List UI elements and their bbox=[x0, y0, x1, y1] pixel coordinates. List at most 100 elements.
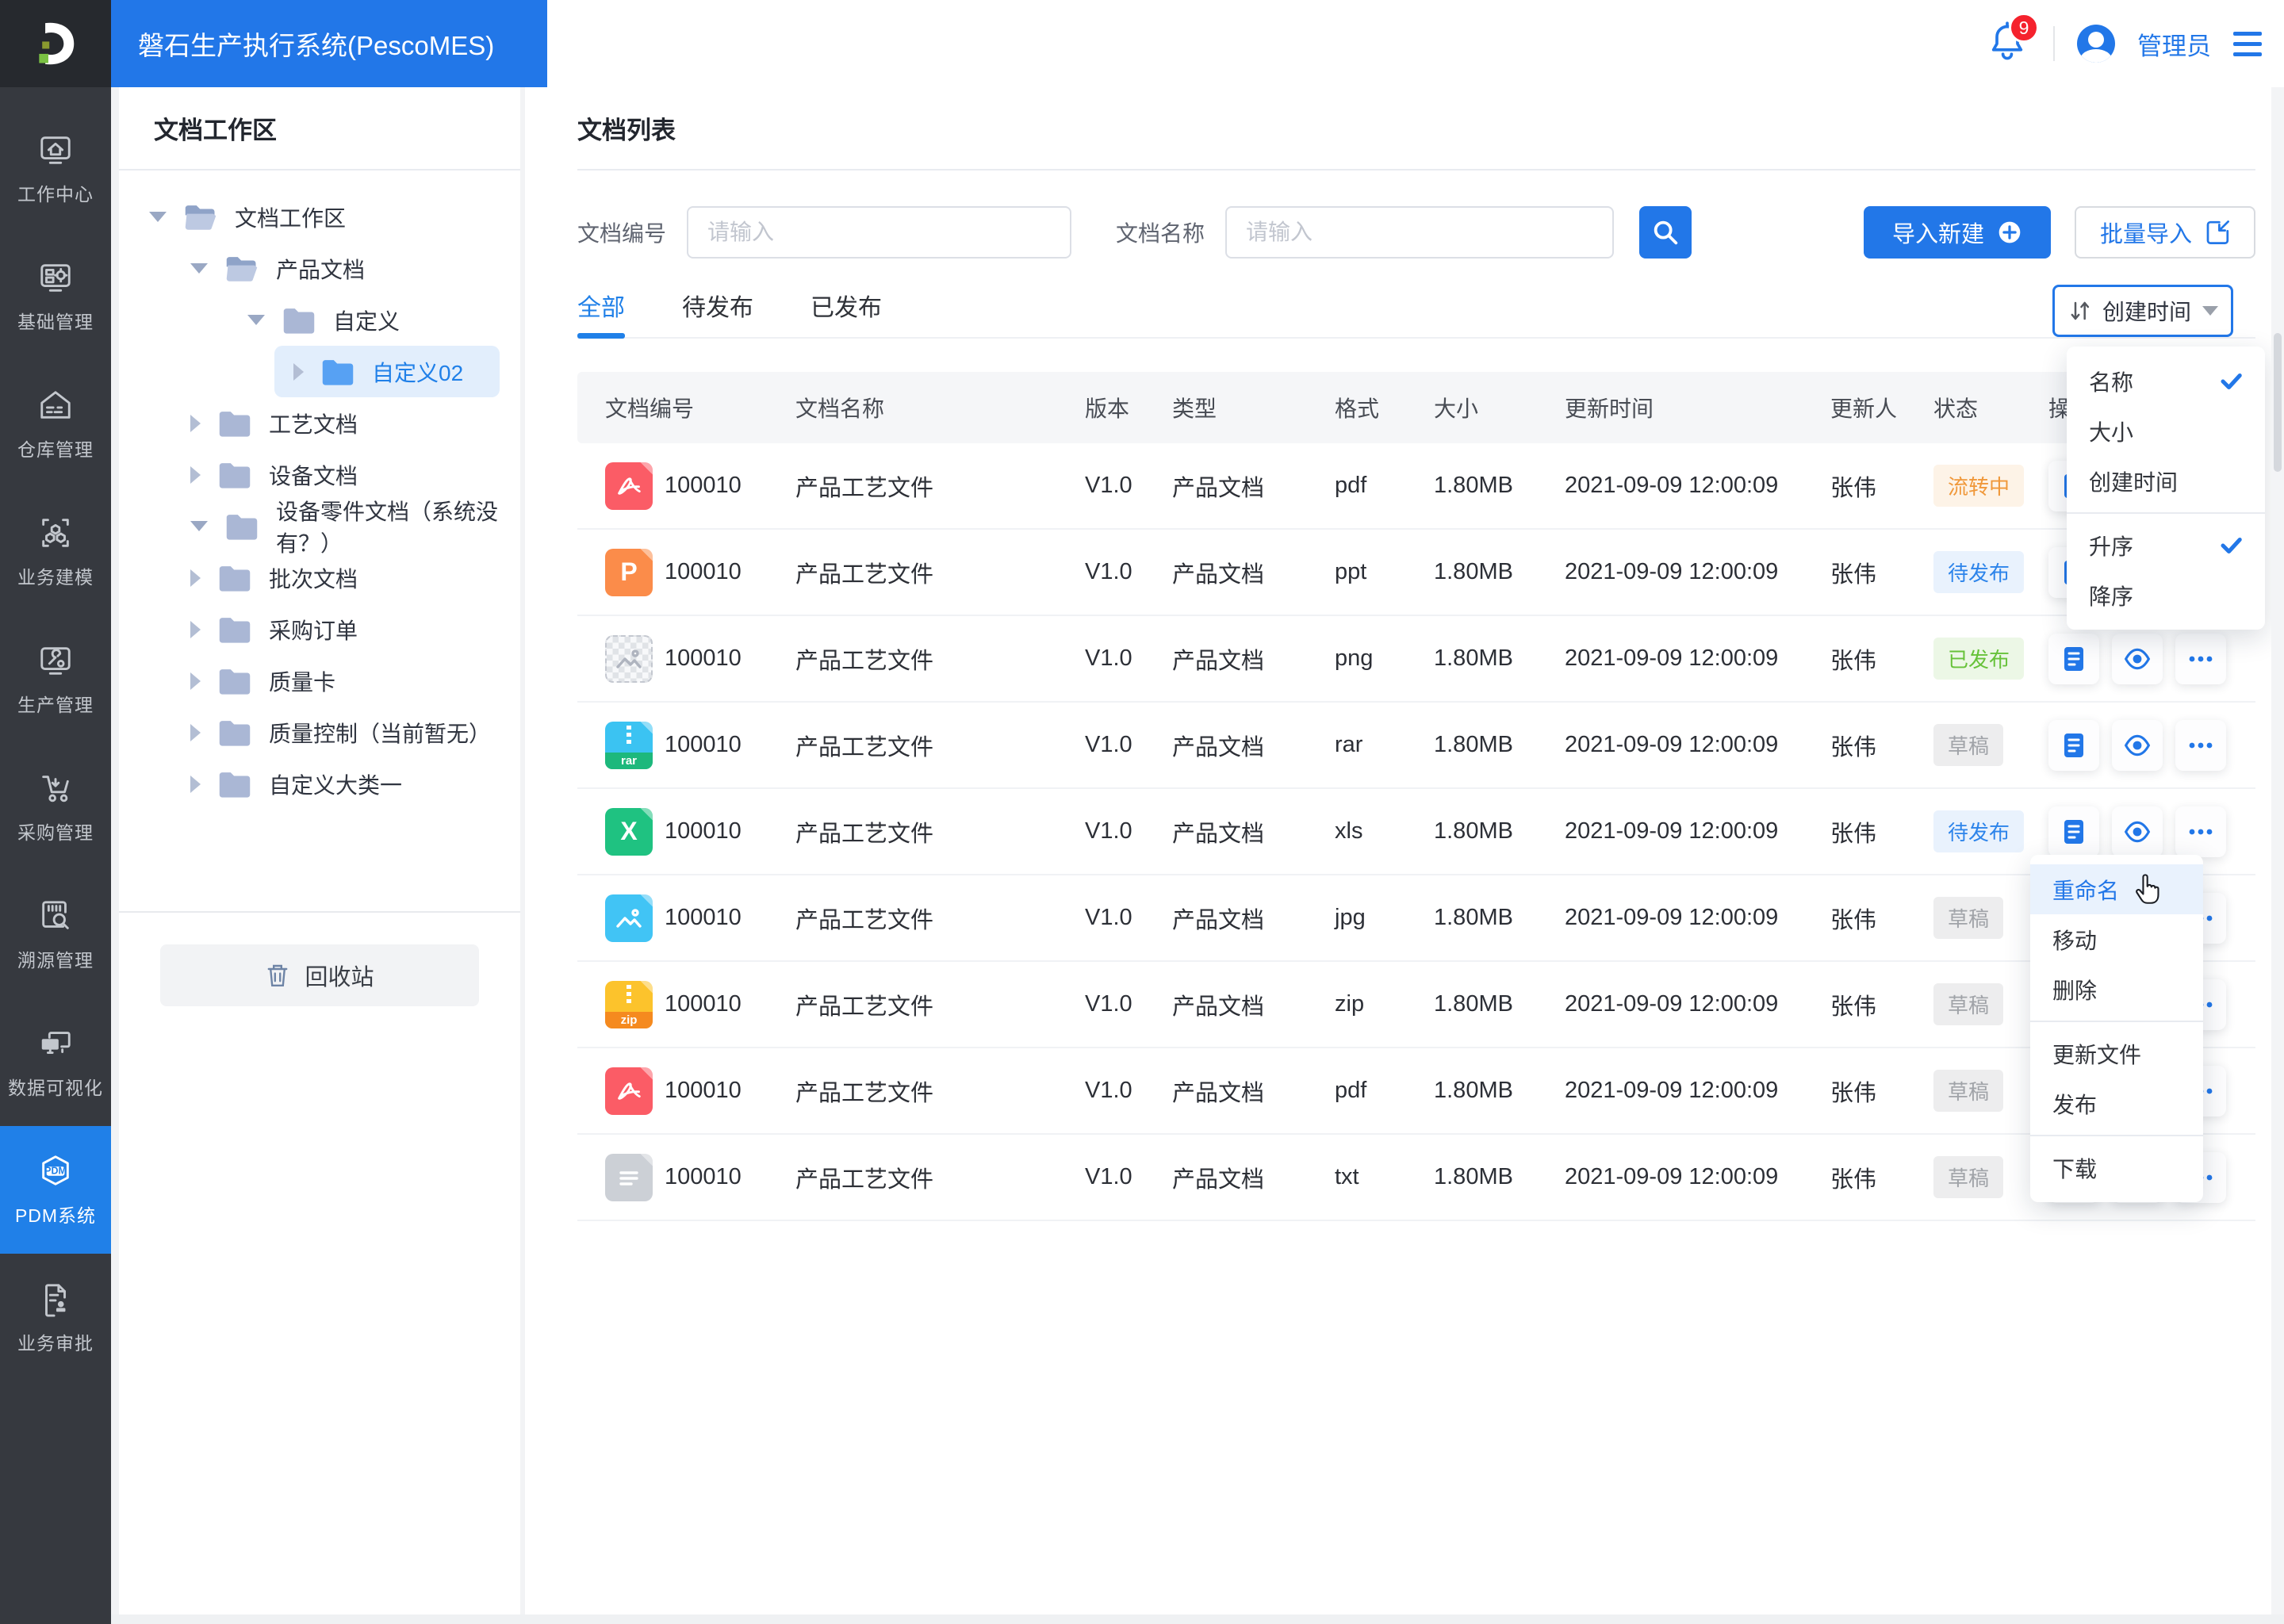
sort-arrows-icon bbox=[2071, 301, 2090, 320]
preview-button[interactable] bbox=[2112, 806, 2163, 857]
username[interactable]: 管理员 bbox=[2137, 26, 2211, 62]
sort-field-option[interactable]: 大小 bbox=[2067, 406, 2265, 456]
sidebar-item-pdm[interactable]: PDM PDM系统 bbox=[0, 1126, 111, 1254]
sort-order-option[interactable]: 升序 bbox=[2067, 520, 2265, 570]
search-toolbar: 文档编号 文档名称 导入新建 批量导入 bbox=[577, 206, 2255, 259]
context-menu-item[interactable]: 发布 bbox=[2030, 1078, 2203, 1128]
notification-bell-button[interactable]: 9 bbox=[1987, 13, 2039, 68]
cell-updater: 张伟 bbox=[1830, 907, 1877, 933]
sort-field-option[interactable]: 创建时间 bbox=[2067, 456, 2265, 506]
sidebar-item-base-mgmt[interactable]: 基础管理 bbox=[0, 232, 111, 360]
status-badge: 流转中 bbox=[1933, 465, 2025, 507]
sort-selector[interactable]: 创建时间 bbox=[2052, 285, 2233, 337]
cell-type: 产品文档 bbox=[1172, 994, 1265, 1020]
more-actions-button[interactable] bbox=[2175, 806, 2226, 857]
caret-right-icon[interactable] bbox=[190, 465, 201, 484]
recycle-bin-button[interactable]: 回收站 bbox=[160, 944, 479, 1006]
tree-item-purchase-orders[interactable]: 采购订单 bbox=[119, 603, 520, 655]
cell-doc-name: 产品工艺文件 bbox=[795, 648, 934, 674]
caret-down-icon[interactable] bbox=[149, 212, 167, 222]
caret-right-icon[interactable] bbox=[190, 414, 201, 432]
tree-item-batch-docs[interactable]: 批次文档 bbox=[119, 552, 520, 603]
tree-item-quality-card[interactable]: 质量卡 bbox=[119, 655, 520, 707]
tree-item-product-docs[interactable]: 产品文档 bbox=[119, 243, 520, 294]
ellipsis-icon bbox=[2189, 742, 2213, 748]
caret-right-icon[interactable] bbox=[190, 569, 201, 587]
doc-no-label: 文档编号 bbox=[577, 221, 667, 246]
doc-name-input[interactable] bbox=[1225, 206, 1615, 259]
status-badge: 已发布 bbox=[1933, 638, 2025, 680]
caret-right-icon[interactable] bbox=[293, 362, 304, 381]
warehouse-icon bbox=[40, 390, 71, 419]
vertical-scrollbar[interactable] bbox=[2271, 87, 2284, 1614]
sidebar-item-workcenter[interactable]: 工作中心 bbox=[0, 105, 111, 232]
app-logo bbox=[0, 0, 111, 87]
sidebar-item-trace[interactable]: 溯源管理 bbox=[0, 871, 111, 998]
cell-doc-no: 100010 bbox=[665, 1078, 742, 1103]
import-new-button[interactable]: 导入新建 bbox=[1863, 206, 2051, 259]
search-button[interactable] bbox=[1639, 206, 1692, 259]
context-menu-item[interactable]: 下载 bbox=[2030, 1143, 2203, 1193]
detail-button[interactable] bbox=[2048, 719, 2099, 771]
tree-item-custom-category-1[interactable]: 自定义大类一 bbox=[119, 758, 520, 810]
context-menu-item[interactable]: 删除 bbox=[2030, 964, 2203, 1014]
cell-format: pdf bbox=[1335, 473, 1367, 498]
table-row: 100010 产品工艺文件 V1.0 产品文档 jpg 1.80MB 2021-… bbox=[577, 875, 2255, 962]
caret-right-icon[interactable] bbox=[190, 775, 201, 793]
preview-button[interactable] bbox=[2112, 719, 2163, 771]
detail-button[interactable] bbox=[2048, 806, 2099, 857]
chevron-down-icon bbox=[2202, 306, 2218, 316]
context-menu-item[interactable]: 重命名 bbox=[2030, 864, 2203, 914]
horizontal-scrollbar-track[interactable] bbox=[111, 1614, 2284, 1624]
tree-item-equipment-parts-docs[interactable]: 设备零件文档（系统没有？） bbox=[119, 500, 520, 556]
tab-all[interactable]: 全部 bbox=[577, 288, 625, 339]
col-status: 状态 bbox=[1933, 396, 1979, 421]
sort-field-option[interactable]: 名称 bbox=[2067, 356, 2265, 406]
tab-published[interactable]: 已发布 bbox=[811, 288, 882, 337]
detail-button[interactable] bbox=[2048, 633, 2099, 684]
menu-icon[interactable] bbox=[2233, 31, 2262, 56]
file-type-icon: rar bbox=[605, 721, 653, 769]
context-menu-item[interactable]: 移动 bbox=[2030, 914, 2203, 964]
zipper-glyph bbox=[627, 984, 631, 1004]
cell-format: rar bbox=[1335, 732, 1363, 757]
tab-pending-publish[interactable]: 待发布 bbox=[682, 288, 753, 337]
tree-item-label: 产品文档 bbox=[276, 257, 366, 282]
modeling-icon bbox=[42, 518, 69, 547]
tree-item-process-docs[interactable]: 工艺文档 bbox=[119, 397, 520, 449]
context-menu-item[interactable]: 更新文件 bbox=[2030, 1028, 2203, 1078]
preview-button[interactable] bbox=[2112, 633, 2163, 684]
sidebar-item-approval[interactable]: 业务审批 bbox=[0, 1254, 111, 1381]
tree-item-custom-02-selected[interactable]: 自定义02 bbox=[274, 346, 500, 397]
caret-right-icon[interactable] bbox=[190, 620, 201, 638]
tree-item-equipment-docs[interactable]: 设备文档 bbox=[119, 449, 520, 500]
tree-item-custom[interactable]: 自定义 bbox=[119, 294, 520, 346]
doc-no-input[interactable] bbox=[687, 206, 1072, 259]
sidebar-item-modeling[interactable]: 业务建模 bbox=[0, 488, 111, 615]
table-row: zip 100010 产品工艺文件 V1.0 产品文档 zip 1.80MB 2… bbox=[577, 962, 2255, 1048]
tree-item-quality-control[interactable]: 质量控制（当前暂无） bbox=[119, 707, 520, 758]
more-actions-button[interactable] bbox=[2175, 633, 2226, 684]
caret-right-icon[interactable] bbox=[190, 723, 201, 741]
cell-doc-name: 产品工艺文件 bbox=[795, 1080, 934, 1106]
sidebar-item-purchase[interactable]: 采购管理 bbox=[0, 743, 111, 871]
caret-down-icon[interactable] bbox=[190, 263, 208, 274]
status-badge: 待发布 bbox=[1933, 551, 2025, 593]
caret-right-icon[interactable] bbox=[190, 672, 201, 690]
batch-import-button[interactable]: 批量导入 bbox=[2074, 206, 2255, 259]
scrollbar-thumb[interactable] bbox=[2274, 333, 2282, 472]
sidebar-item-warehouse[interactable]: 仓库管理 bbox=[0, 360, 111, 488]
more-actions-button[interactable] bbox=[2175, 719, 2226, 771]
table-row: X 100010 产品工艺文件 V1.0 产品文档 xls 1.80MB 202… bbox=[577, 789, 2255, 875]
sidebar-item-production[interactable]: 生产管理 bbox=[0, 615, 111, 743]
caret-down-icon[interactable] bbox=[247, 315, 265, 325]
cell-updater: 张伟 bbox=[1830, 1080, 1877, 1106]
tree-item-doc-workspace[interactable]: 文档工作区 bbox=[119, 191, 520, 243]
sort-order-option[interactable]: 降序 bbox=[2067, 570, 2265, 620]
caret-down-icon[interactable] bbox=[190, 521, 208, 531]
folder-icon bbox=[219, 617, 251, 643]
sidebar-item-dataviz[interactable]: 数据可视化 bbox=[0, 998, 111, 1126]
col-updater: 更新人 bbox=[1830, 396, 1898, 421]
avatar[interactable] bbox=[2077, 25, 2115, 63]
cell-format: zip bbox=[1335, 991, 1365, 1017]
